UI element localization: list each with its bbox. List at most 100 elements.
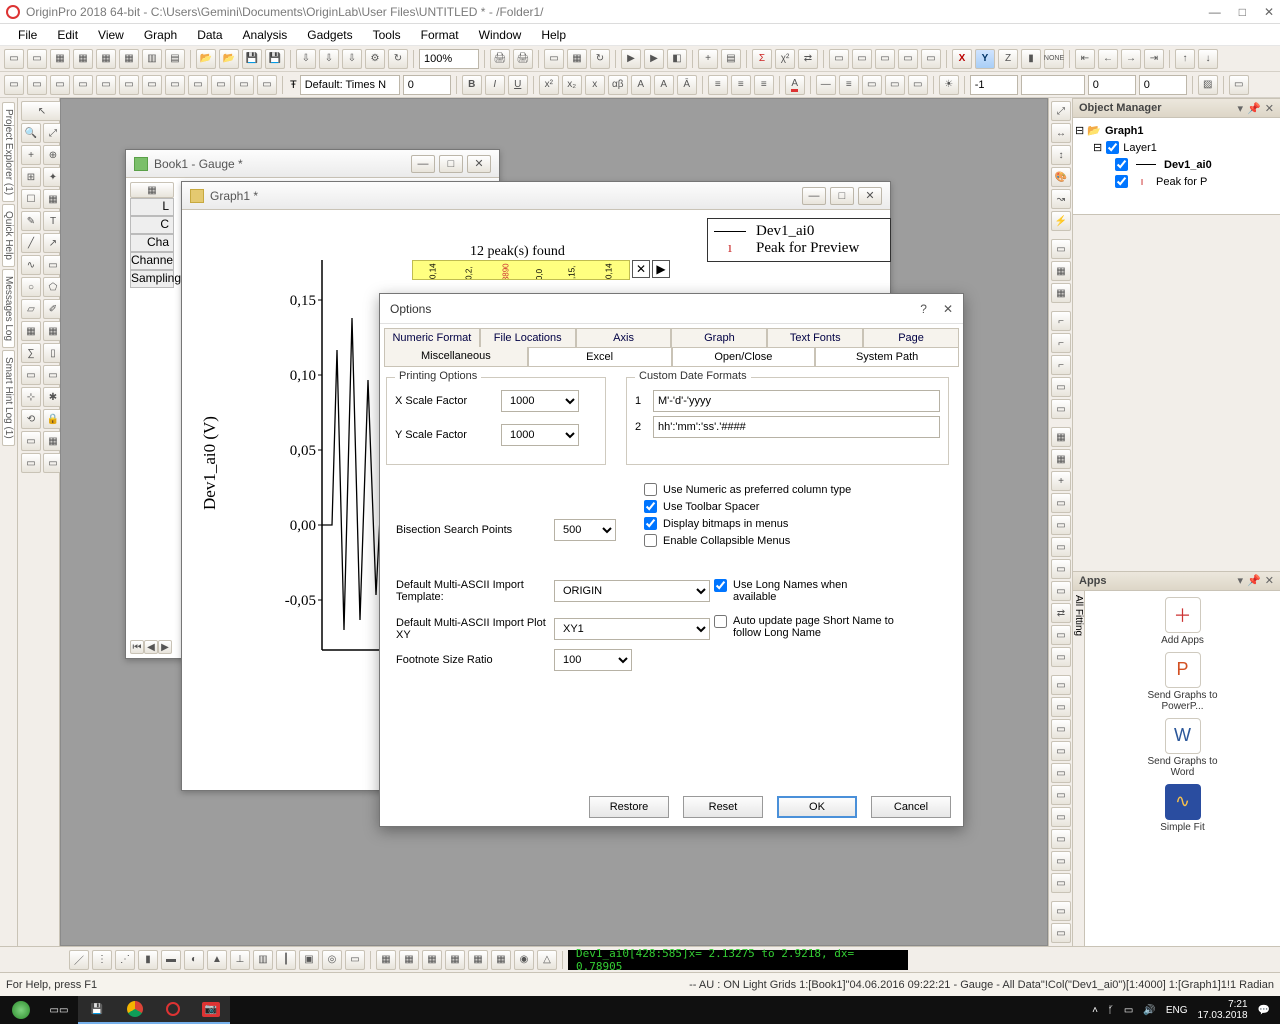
stats2-button[interactable]: ▦ bbox=[399, 950, 419, 970]
restore-button[interactable]: Restore bbox=[589, 796, 669, 818]
tab-page[interactable]: Page bbox=[863, 328, 959, 347]
light-button[interactable]: ☀ bbox=[939, 75, 959, 95]
copy-format-button[interactable]: ▭ bbox=[4, 75, 24, 95]
new-color-button[interactable]: ▦ bbox=[567, 49, 587, 69]
recalc-button[interactable]: ↻ bbox=[388, 49, 408, 69]
new-matrix-button[interactable]: ▦ bbox=[119, 49, 139, 69]
last-button[interactable]: ⇥ bbox=[1144, 49, 1164, 69]
task-snip[interactable]: 📷 bbox=[192, 996, 230, 1024]
layer-bg-tool[interactable]: ▭ bbox=[21, 431, 41, 451]
task-explorer[interactable]: 💾 bbox=[78, 996, 116, 1024]
draw-data-tool[interactable]: ✎ bbox=[21, 211, 41, 231]
transfer-button[interactable]: ⇄ bbox=[798, 49, 818, 69]
button-a[interactable]: ▭ bbox=[50, 75, 70, 95]
merge-tool[interactable]: ▭ bbox=[21, 453, 41, 473]
add-inset-data-button[interactable]: ▭ bbox=[1051, 581, 1071, 601]
align-middle-graph[interactable]: ▭ bbox=[1051, 763, 1071, 783]
axis-tool-2[interactable]: ⌐ bbox=[1051, 333, 1071, 353]
data-cursor-tool[interactable]: ⊞ bbox=[21, 167, 41, 187]
add-object-button[interactable]: ▭ bbox=[1051, 625, 1071, 645]
combo-2[interactable] bbox=[1021, 75, 1085, 95]
footnote-combo[interactable]: 100 bbox=[554, 649, 632, 671]
menu-file[interactable]: File bbox=[10, 26, 45, 44]
none-button[interactable]: NONE bbox=[1044, 49, 1064, 69]
palette-button[interactable]: ▭ bbox=[908, 75, 928, 95]
y-button[interactable]: Y bbox=[975, 49, 995, 69]
same-height-graph[interactable]: ▭ bbox=[1051, 829, 1071, 849]
button-i[interactable]: ▭ bbox=[234, 75, 254, 95]
merge-graphs-button[interactable]: ▦ bbox=[1051, 427, 1071, 447]
eq-tool[interactable]: ∑ bbox=[21, 343, 41, 363]
font-size-combo[interactable] bbox=[403, 75, 451, 95]
sum-button[interactable]: Σ bbox=[752, 49, 772, 69]
exchange-xy-button[interactable]: ⇄ bbox=[1051, 603, 1071, 623]
om-close-icon[interactable]: ✕ bbox=[1265, 102, 1274, 115]
selection-tool[interactable]: ☐ bbox=[21, 189, 41, 209]
hist-plot-button[interactable]: ▥ bbox=[253, 950, 273, 970]
more-button[interactable]: ▭ bbox=[1051, 647, 1071, 667]
save-template-button[interactable]: 💾 bbox=[265, 49, 285, 69]
z-button[interactable]: Z bbox=[998, 49, 1018, 69]
row-header[interactable]: L bbox=[130, 198, 174, 216]
distribute-h-graph[interactable]: ▭ bbox=[1051, 851, 1071, 871]
date-format-2-input[interactable] bbox=[653, 416, 940, 438]
line-weight-button[interactable]: ≡ bbox=[839, 75, 859, 95]
toolbar-spacer-check[interactable]: Use Toolbar Spacer bbox=[644, 500, 949, 513]
object-manager-header[interactable]: Object Manager ▾📌✕ bbox=[1073, 98, 1280, 118]
bold-button[interactable]: B bbox=[462, 75, 482, 95]
task-view-button[interactable]: ▭▭ bbox=[40, 996, 78, 1024]
extract-layers-button[interactable]: ▦ bbox=[1051, 449, 1071, 469]
underline-button[interactable]: U bbox=[508, 75, 528, 95]
font-color-button[interactable]: A bbox=[785, 75, 805, 95]
axis-tool-4[interactable]: ▭ bbox=[1051, 377, 1071, 397]
date-tool[interactable]: ▭ bbox=[21, 365, 41, 385]
button-f[interactable]: ▭ bbox=[165, 75, 185, 95]
new-layout-button[interactable]: ▥ bbox=[142, 49, 162, 69]
menu-help[interactable]: Help bbox=[533, 26, 574, 44]
stats-button[interactable]: ▦ bbox=[376, 950, 396, 970]
button-2[interactable]: ▭ bbox=[852, 49, 872, 69]
slideshow-button[interactable]: ▶ bbox=[621, 49, 641, 69]
graph-min-button[interactable]: — bbox=[802, 187, 826, 205]
rotate-tool[interactable]: ⟲ bbox=[21, 409, 41, 429]
menu-format[interactable]: Format bbox=[413, 26, 467, 44]
line-symbol-button[interactable]: ⋰ bbox=[115, 950, 135, 970]
import-wizard-button[interactable]: ⇩ bbox=[296, 49, 316, 69]
same-width-graph[interactable]: ▭ bbox=[1051, 807, 1071, 827]
polar-button[interactable]: ◉ bbox=[514, 950, 534, 970]
tray-volume-icon[interactable]: 🔊 bbox=[1143, 1005, 1155, 1016]
button-h[interactable]: ▭ bbox=[211, 75, 231, 95]
row-header[interactable]: C bbox=[130, 216, 174, 234]
collapsible-menus-check[interactable]: Enable Collapsible Menus bbox=[644, 534, 949, 547]
menu-graph[interactable]: Graph bbox=[136, 26, 185, 44]
align-top-graph[interactable]: ▭ bbox=[1051, 741, 1071, 761]
digitizer-button[interactable]: ◧ bbox=[667, 49, 687, 69]
paste-format-button[interactable]: ▭ bbox=[27, 75, 47, 95]
sheet-prev-button[interactable]: ◀ bbox=[144, 640, 158, 654]
layer-tool-2[interactable]: ▦ bbox=[1051, 261, 1071, 281]
new-workbook-button[interactable]: ▦ bbox=[50, 49, 70, 69]
apps-header[interactable]: Apps ▾📌✕ bbox=[1073, 571, 1280, 591]
add-layer-button[interactable]: + bbox=[1051, 471, 1071, 491]
refresh-button[interactable]: ↻ bbox=[590, 49, 610, 69]
add-inset-button[interactable]: ▭ bbox=[1051, 559, 1071, 579]
menu-analysis[interactable]: Analysis bbox=[235, 26, 296, 44]
image-button[interactable]: ▦ bbox=[491, 950, 511, 970]
next-button[interactable]: → bbox=[1121, 49, 1141, 69]
batch-process-button[interactable]: ⚙ bbox=[365, 49, 385, 69]
send-graphs-powerpoint-item[interactable]: PSend Graphs to PowerP... bbox=[1143, 652, 1223, 712]
button-c[interactable]: ▭ bbox=[96, 75, 116, 95]
sup-button[interactable]: x² bbox=[539, 75, 559, 95]
layer-mgmt-button[interactable]: ▭ bbox=[1051, 493, 1071, 513]
add-right-y-button[interactable]: ▭ bbox=[1051, 515, 1071, 535]
print-button[interactable]: 🖨 bbox=[490, 49, 510, 69]
new-folder-button[interactable]: ▭ bbox=[27, 49, 47, 69]
prev-button[interactable]: ← bbox=[1098, 49, 1118, 69]
apps-side-tabs[interactable]: All Fitting bbox=[1073, 591, 1085, 947]
menu-gadgets[interactable]: Gadgets bbox=[299, 26, 360, 44]
header-icon[interactable]: ▦ bbox=[130, 182, 174, 198]
distribute-v-graph[interactable]: ▭ bbox=[1051, 873, 1071, 893]
tab-file-locations[interactable]: File Locations bbox=[480, 328, 576, 347]
button-3[interactable]: ▭ bbox=[875, 49, 895, 69]
duplicate-button[interactable]: ▭ bbox=[544, 49, 564, 69]
